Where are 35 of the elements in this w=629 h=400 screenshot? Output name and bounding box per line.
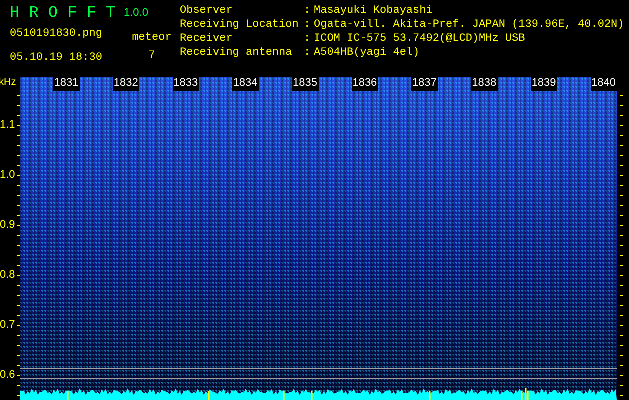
separator: : [304, 32, 312, 46]
separator: : [304, 4, 312, 18]
axis-unit: kHz [0, 77, 18, 89]
field-label: Receiving Location [180, 18, 300, 32]
field-value: A504HB(yagi 4el) [314, 46, 421, 60]
app-version: 1.0.0 [124, 6, 150, 21]
file-name: 0510191830.png [10, 27, 104, 42]
time-label: 1834 [232, 77, 259, 91]
field-label: Receiving antenna [180, 46, 294, 60]
field-label: Observer [180, 4, 234, 18]
separator: : [304, 18, 312, 32]
frequency-label: 1.1 [0, 118, 16, 132]
field-label: Receiver [180, 32, 234, 46]
meteor-label: meteor [131, 31, 173, 46]
meteor-count: 7 [148, 49, 156, 64]
time-label: 1839 [530, 77, 558, 91]
time-label: 1838 [471, 77, 498, 91]
app-name: H R O F F T [10, 4, 117, 22]
time-label: 1836 [352, 77, 378, 91]
time-label: 1833 [172, 77, 200, 91]
time-label: 1840 [590, 77, 617, 91]
frequency-label: 0.6 [0, 368, 16, 382]
frequency-label: 0.8 [0, 268, 16, 282]
time-label: 1832 [112, 77, 140, 91]
time-label: 1835 [292, 77, 318, 91]
field-value: ICOM IC-575 53.7492(@LCD)MHz USB [314, 32, 526, 46]
date-time: 05.10.19 18:30 [10, 51, 104, 66]
frequency-label: 0.7 [0, 318, 16, 332]
frequency-label: 0.9 [0, 218, 16, 232]
frequency-label: 1.0 [0, 168, 16, 182]
separator: : [304, 46, 312, 60]
field-value: Ogata-vill. Akita-Pref. JAPAN (139.96E, 40.02N) [314, 18, 624, 32]
time-label: 1837 [411, 77, 438, 91]
time-label: 1831 [53, 77, 80, 91]
field-value: Masayuki Kobayashi [314, 4, 434, 18]
